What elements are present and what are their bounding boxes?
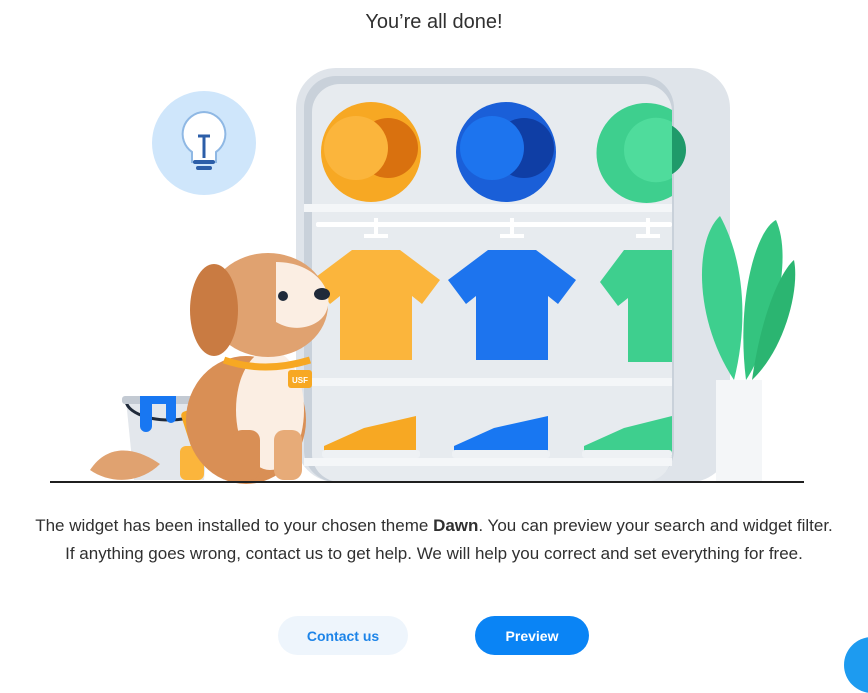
preview-button[interactable]: Preview [475,616,589,655]
message-line1-before: The widget has been installed to your ch… [35,516,434,535]
contact-us-button[interactable]: Contact us [278,616,408,655]
lightbulb-icon [152,91,256,195]
store-illustration: USF [50,68,804,484]
chat-launcher-button[interactable] [844,637,868,693]
message-line2: If anything goes wrong, contact us to ge… [65,544,803,563]
orange-ball [321,102,421,202]
message-line1-after: . You can preview your search and widget… [478,516,833,535]
collar-tag-text: USF [292,376,308,385]
install-message: The widget has been installed to your ch… [20,512,848,568]
blue-ball [456,102,556,202]
dog-illustration: USF [90,253,330,484]
theme-name: Dawn [433,516,479,535]
